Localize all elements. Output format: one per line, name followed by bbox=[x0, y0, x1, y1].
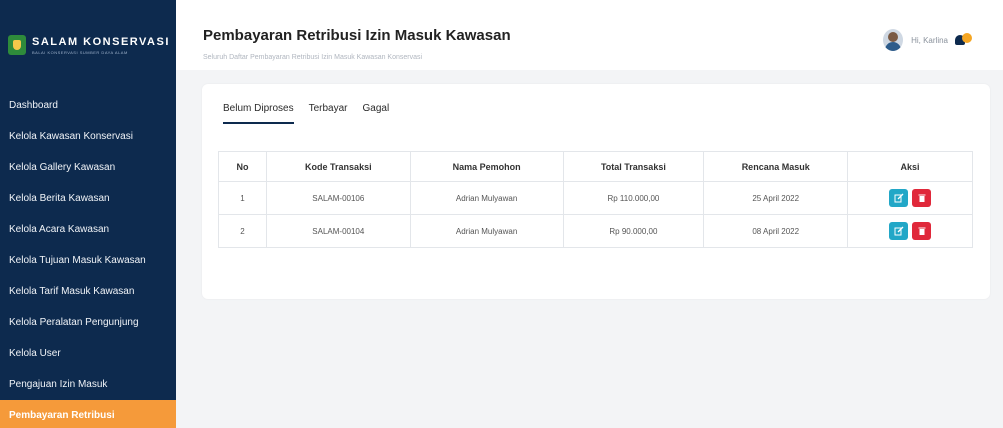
column-header-aksi: Aksi bbox=[847, 151, 973, 182]
page-subtitle: Seluruh Daftar Pembayaran Retribusi Izin… bbox=[203, 54, 423, 61]
notification-badge bbox=[962, 33, 972, 43]
sidebar-item-dashboard[interactable]: Dashboard bbox=[0, 90, 176, 121]
brand-subtitle: BALAI KONSERVASI SUMBER DAYA ALAM bbox=[32, 49, 128, 55]
table-row: 1 SALAM-00106 Adrian Mulyawan Rp 110.000… bbox=[218, 181, 973, 215]
cell-total: Rp 110.000,00 bbox=[562, 181, 705, 215]
brand-title: SALAM KONSERVASI bbox=[32, 35, 170, 48]
cell-no: 1 bbox=[218, 181, 267, 215]
sidebar: SALAM KONSERVASI BALAI KONSERVASI SUMBER… bbox=[0, 0, 176, 428]
cell-nama: Adrian Mulyawan bbox=[409, 181, 564, 215]
column-header-rencana: Rencana Masuk bbox=[703, 151, 849, 182]
edit-button[interactable] bbox=[889, 222, 909, 240]
sidebar-item-tarif-masuk[interactable]: Kelola Tarif Masuk Kawasan bbox=[0, 276, 176, 307]
bell-icon[interactable] bbox=[955, 33, 975, 47]
sidebar-item-user[interactable]: Kelola User bbox=[0, 338, 176, 369]
sidebar-menu: Dashboard Kelola Kawasan Konservasi Kelo… bbox=[0, 90, 176, 428]
sidebar-item-gallery-kawasan[interactable]: Kelola Gallery Kawasan bbox=[0, 152, 176, 183]
edit-button[interactable] bbox=[889, 189, 909, 207]
cell-nama: Adrian Mulyawan bbox=[409, 214, 564, 248]
payments-table: No Kode Transaksi Nama Pemohon Total Tra… bbox=[218, 151, 973, 248]
cell-kode: SALAM-00106 bbox=[265, 181, 411, 215]
brand-logo-icon bbox=[8, 35, 26, 55]
column-header-no: No bbox=[218, 151, 267, 182]
user-menu[interactable]: Hi, Karlina bbox=[883, 29, 948, 51]
column-header-nama: Nama Pemohon bbox=[409, 151, 564, 182]
edit-icon bbox=[894, 226, 904, 236]
delete-button[interactable] bbox=[912, 222, 932, 240]
cell-total: Rp 90.000,00 bbox=[562, 214, 705, 248]
cell-aksi bbox=[847, 181, 973, 215]
cell-kode: SALAM-00104 bbox=[265, 214, 411, 248]
topbar: Pembayaran Retribusi Izin Masuk Kawasan … bbox=[176, 0, 1003, 70]
avatar[interactable] bbox=[883, 29, 904, 51]
status-tabs: Belum Diproses Terbayar Gagal bbox=[223, 103, 404, 124]
sidebar-item-acara-kawasan[interactable]: Kelola Acara Kawasan bbox=[0, 214, 176, 245]
column-header-total: Total Transaksi bbox=[562, 151, 705, 182]
tab-terbayar[interactable]: Terbayar bbox=[309, 103, 348, 124]
brand[interactable]: SALAM KONSERVASI BALAI KONSERVASI SUMBER… bbox=[0, 0, 176, 90]
payments-card: Belum Diproses Terbayar Gagal No Kode Tr… bbox=[202, 84, 990, 299]
sidebar-item-tujuan-masuk[interactable]: Kelola Tujuan Masuk Kawasan bbox=[0, 245, 176, 276]
sidebar-item-pembayaran-retribusi[interactable]: Pembayaran Retribusi bbox=[0, 400, 176, 428]
delete-button[interactable] bbox=[912, 189, 932, 207]
sidebar-item-kawasan-konservasi[interactable]: Kelola Kawasan Konservasi bbox=[0, 121, 176, 152]
cell-rencana: 25 April 2022 bbox=[703, 181, 849, 215]
sidebar-item-peralatan-pengunjung[interactable]: Kelola Peralatan Pengunjung bbox=[0, 307, 176, 338]
table-header-row: No Kode Transaksi Nama Pemohon Total Tra… bbox=[218, 151, 973, 182]
sidebar-item-pengajuan-izin[interactable]: Pengajuan Izin Masuk bbox=[0, 369, 176, 400]
column-header-kode: Kode Transaksi bbox=[265, 151, 411, 182]
trash-icon bbox=[918, 227, 926, 235]
user-greeting: Hi, Karlina bbox=[911, 35, 948, 45]
cell-rencana: 08 April 2022 bbox=[703, 214, 849, 248]
sidebar-item-berita-kawasan[interactable]: Kelola Berita Kawasan bbox=[0, 183, 176, 214]
edit-icon bbox=[894, 193, 904, 203]
trash-icon bbox=[918, 194, 926, 202]
tab-belum-diproses[interactable]: Belum Diproses bbox=[223, 103, 294, 124]
table-row: 2 SALAM-00104 Adrian Mulyawan Rp 90.000,… bbox=[218, 214, 973, 248]
cell-no: 2 bbox=[218, 214, 267, 248]
page-title: Pembayaran Retribusi Izin Masuk Kawasan bbox=[203, 27, 511, 44]
cell-aksi bbox=[847, 214, 973, 248]
tab-gagal[interactable]: Gagal bbox=[363, 103, 390, 124]
